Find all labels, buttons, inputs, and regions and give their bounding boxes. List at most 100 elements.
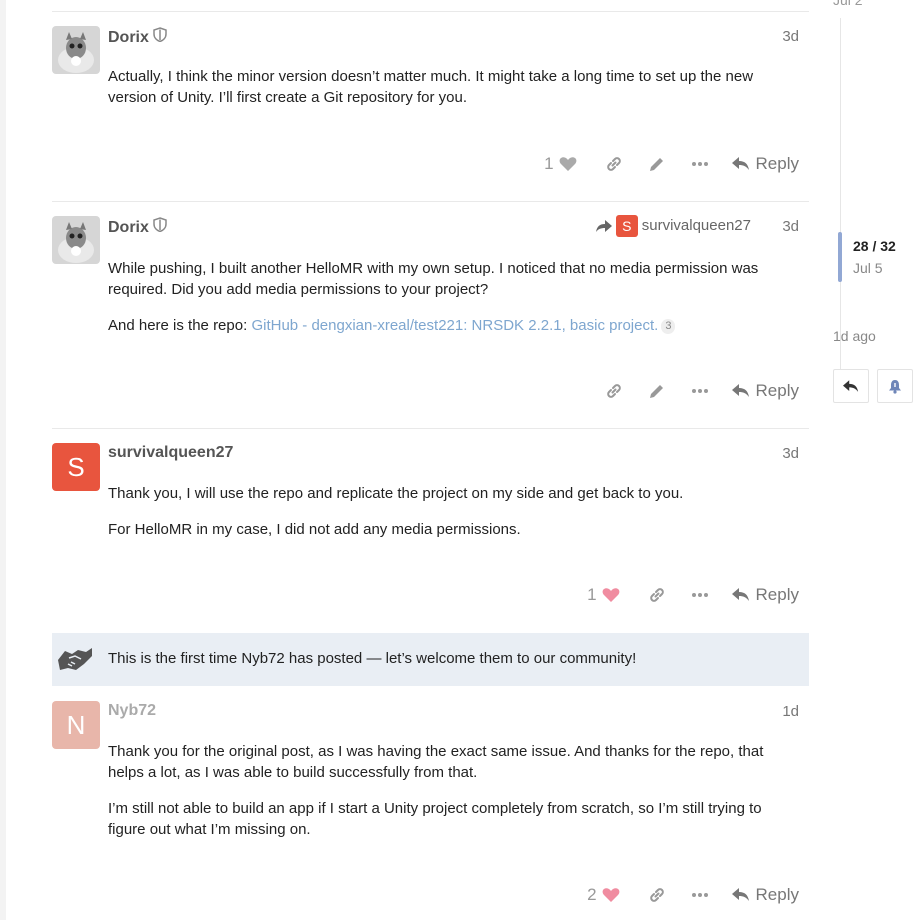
username[interactable]: survivalqueen27 [108,443,233,463]
post-actions: 1 Reply [544,152,809,176]
reply-icon [731,384,749,397]
timeline-track[interactable] [840,18,841,378]
post-actions: 1 Reply [587,583,809,607]
link-icon [650,588,664,602]
reply-to-username: survivalqueen27 [641,217,751,234]
post-nyb72: N Nyb72 1d Thank you for the original po… [52,701,809,920]
post-survivalqueen27: S survivalqueen27 3d Thank you, I will u… [52,443,809,618]
username-text[interactable]: Dorix [108,218,149,238]
post-body: Thank you, I will use the repo and repli… [108,483,788,555]
reply-to-tab[interactable]: S survivalqueen27 [595,215,751,237]
reply-label: Reply [755,154,799,173]
left-gutter [0,0,6,920]
handshake-icon [56,644,94,679]
timeline-current-date: Jul 5 [853,260,883,276]
link-icon [607,384,621,398]
like-count: 1 [587,585,597,604]
avatar[interactable] [52,26,100,74]
like-button[interactable]: 1 [587,585,619,605]
avatar[interactable]: S [52,443,100,491]
like-count: 1 [544,154,554,173]
shield-icon [153,217,167,238]
reply-icon [731,157,749,170]
post-paragraph: For HelloMR in my case, I did not add an… [108,521,521,538]
post-body: While pushing, I built another HelloMR w… [108,258,788,351]
pencil-icon [650,385,664,398]
reply-icon [731,888,749,901]
username-text[interactable]: Nyb72 [108,701,156,721]
timeline-reply-button[interactable] [833,369,869,403]
reply-label: Reply [755,585,799,604]
like-count: 2 [587,885,597,904]
copy-link-button[interactable] [636,883,679,907]
copy-link-button[interactable] [636,583,679,607]
more-button[interactable] [679,583,722,607]
edit-button[interactable] [636,379,679,403]
link-icon [607,157,621,171]
link-icon [650,888,664,902]
timeline-start-date[interactable]: Jul 2 [833,0,863,8]
post-divider [52,11,809,12]
avatar[interactable] [52,216,100,264]
post-paragraph: I’m still not able to build an app if I … [108,800,762,838]
post-divider [52,201,809,202]
repo-prefix: And here is the repo: [108,317,252,334]
post-paragraph: Thank you for the original post, as I wa… [108,743,764,781]
reply-button[interactable]: Reply [731,381,799,401]
copy-link-button[interactable] [593,152,636,176]
post-divider [52,428,809,429]
timeline-handle[interactable] [838,232,842,282]
username-text[interactable]: Dorix [108,28,149,48]
edit-button[interactable] [636,152,679,176]
heart-icon [602,588,619,602]
reply-icon [843,379,859,392]
post-paragraph: Actually, I think the minor version does… [108,68,754,106]
first-post-notice: This is the first time Nyb72 has posted … [52,633,809,686]
like-button[interactable]: 1 [544,154,576,174]
reply-label: Reply [755,885,799,904]
heart-icon [559,157,576,171]
post-actions: 2 Reply [587,883,809,907]
post-dorix-1: Dorix 3d Actually, I think the minor ver… [52,26,809,196]
reply-icon [731,588,749,601]
post-paragraph: While pushing, I built another HelloMR w… [108,260,759,298]
post-paragraph-repo: And here is the repo: GitHub - dengxian-… [108,315,788,336]
reply-label: Reply [755,381,799,400]
like-button[interactable]: 2 [587,885,619,905]
post-date[interactable]: 1d [782,702,799,722]
ellipsis-icon [692,893,709,897]
username[interactable]: Dorix [108,217,167,238]
post-date[interactable]: 3d [782,27,799,47]
post-paragraph: Thank you, I will use the repo and repli… [108,485,684,502]
copy-link-button[interactable] [593,379,636,403]
shield-icon [153,27,167,48]
timeline-post-count: 28 / 32 [853,238,896,254]
ellipsis-icon [692,389,709,393]
post-date[interactable]: 3d [782,444,799,464]
more-button[interactable] [679,379,722,403]
reply-button[interactable]: Reply [731,154,799,174]
share-arrow-icon [595,219,612,232]
ellipsis-icon [692,162,709,166]
timeline-notifications-button[interactable] [877,369,913,403]
avatar[interactable]: N [52,701,100,749]
topic-timeline: Jul 2 28 / 32 Jul 5 1d ago [833,0,921,920]
reply-button[interactable]: Reply [731,885,799,905]
username[interactable]: Dorix [108,27,167,48]
heart-icon [602,888,619,902]
username[interactable]: Nyb72 [108,701,156,721]
link-click-count: 3 [661,318,676,334]
post-date[interactable]: 3d [782,217,799,237]
post-actions: Reply [593,379,809,403]
pencil-icon [650,158,664,171]
notice-text: This is the first time Nyb72 has posted … [108,650,637,667]
more-button[interactable] [679,152,722,176]
reply-button[interactable]: Reply [731,585,799,605]
username-text[interactable]: survivalqueen27 [108,443,233,463]
repo-link[interactable]: GitHub - dengxian-xreal/test221: NRSDK 2… [251,317,658,334]
more-button[interactable] [679,883,722,907]
reply-to-avatar: S [615,215,638,237]
bell-icon [889,379,901,394]
timeline-last-activity[interactable]: 1d ago [833,328,876,344]
post-dorix-2: Dorix S survivalqueen27 3d While pushing… [52,215,809,421]
